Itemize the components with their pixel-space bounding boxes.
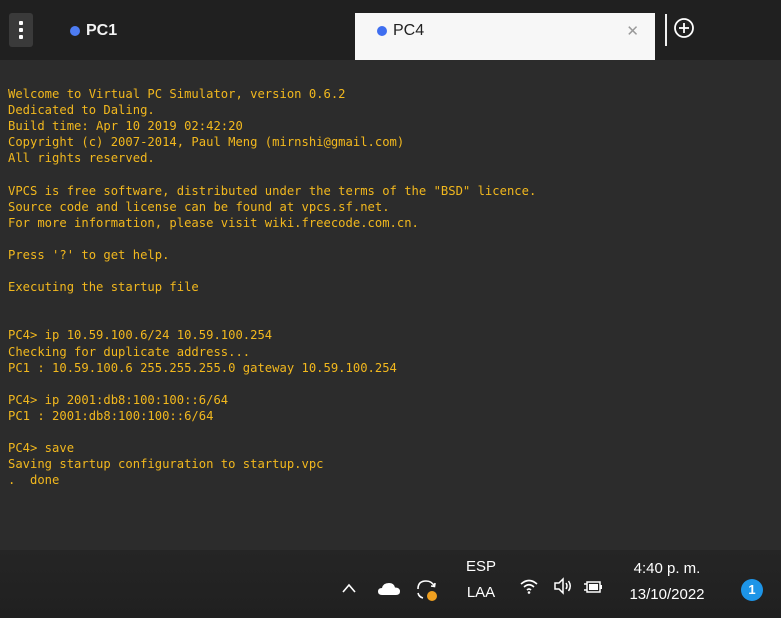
- keyboard-layout: LAA: [466, 584, 496, 601]
- terminal-line: Dedicated to Daling.: [8, 103, 155, 118]
- wifi-icon[interactable]: [519, 578, 539, 598]
- tab-label: PC4: [393, 22, 425, 39]
- menu-button[interactable]: [9, 13, 33, 47]
- status-dot-icon: [70, 26, 80, 36]
- terminal-line: VPCS is free software, distributed under…: [8, 183, 537, 198]
- close-icon[interactable]: ✕: [626, 22, 639, 40]
- taskbar: ESP LAA 4:40 p. m. 13/10/2022 1: [0, 550, 781, 618]
- cloud-icon[interactable]: [377, 581, 401, 600]
- terminal-line: . done: [8, 473, 60, 488]
- notification-badge[interactable]: 1: [741, 579, 763, 601]
- clock-date: 13/10/2022: [629, 586, 705, 603]
- terminal-line: Checking for duplicate address...: [8, 344, 251, 359]
- clock-time: 4:40 p. m.: [633, 560, 701, 577]
- tab-pc1[interactable]: PC1: [48, 13, 353, 60]
- terminal-line: Build time: Apr 10 2019 02:42:20: [8, 119, 243, 134]
- kebab-menu-icon-dot: [19, 28, 23, 32]
- terminal-line: Copyright (c) 2007-2014, Paul Meng (mirn…: [8, 135, 405, 150]
- terminal-line: PC4> ip 10.59.100.6/24 10.59.100.254: [8, 328, 273, 343]
- terminal-line: Welcome to Virtual PC Simulator, version…: [8, 87, 346, 101]
- divider: [665, 14, 667, 46]
- terminal-line: Saving startup configuration to startup.…: [8, 457, 324, 472]
- volume-icon[interactable]: [553, 577, 573, 599]
- chevron-up-icon[interactable]: [341, 579, 357, 598]
- terminal-line: Press '?' to get help.: [8, 247, 170, 262]
- tab-pc4[interactable]: PC4 ✕: [355, 13, 655, 60]
- terminal-output[interactable]: Welcome to Virtual PC Simulator, version…: [0, 60, 781, 550]
- tab-bar: PC1 PC4 ✕: [0, 0, 781, 60]
- terminal-line: For more information, please visit wiki.…: [8, 215, 419, 230]
- language-indicator[interactable]: ESP LAA: [464, 556, 498, 604]
- terminal-line: PC1 : 2001:db8:100:100::6/64: [8, 408, 214, 423]
- kebab-menu-icon: [19, 21, 23, 25]
- tab-label: PC1: [86, 22, 118, 39]
- clock[interactable]: 4:40 p. m. 13/10/2022: [623, 558, 711, 606]
- terminal-line: Source code and license can be found at …: [8, 199, 390, 214]
- language-code: ESP: [465, 558, 496, 575]
- terminal-line: Executing the startup file: [8, 280, 199, 295]
- terminal-line: PC1 : 10.59.100.6 255.255.255.0 gateway …: [8, 360, 397, 375]
- terminal-line: All rights reserved.: [8, 151, 155, 166]
- terminal-line: PC4> ip 2001:db8:100:100::6/64: [8, 392, 229, 407]
- terminal-line: PC4> save: [8, 441, 75, 456]
- storage-sync-icon[interactable]: [414, 577, 440, 607]
- status-dot-icon: [377, 26, 387, 36]
- battery-icon[interactable]: [583, 579, 603, 598]
- kebab-menu-icon-dot: [19, 35, 23, 39]
- add-tab-icon[interactable]: [673, 17, 695, 39]
